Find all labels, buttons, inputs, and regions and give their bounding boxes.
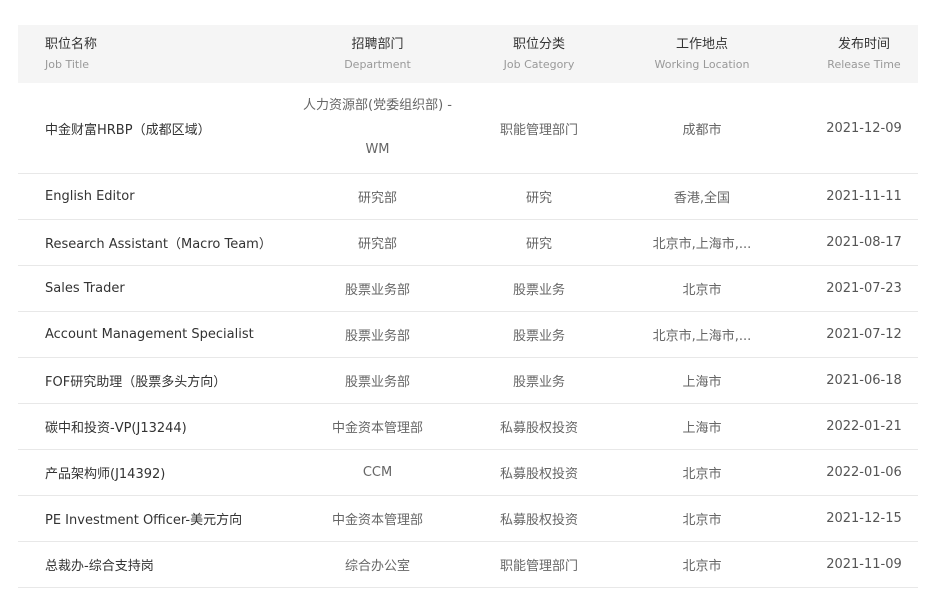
release-time: 2021-07-12 (826, 327, 902, 342)
job-title[interactable]: PE Investment Officer-美元方向 (18, 509, 271, 528)
working-location: 北京市 (682, 559, 722, 574)
table-row[interactable]: Research Assistant（Macro Team） 研究部 研究 北京… (18, 220, 918, 266)
header-label-zh: 职位分类 (512, 37, 565, 52)
release-time: 2021-11-09 (826, 557, 902, 572)
job-category: 研究 (525, 191, 552, 206)
header-label-en: Department (344, 58, 411, 71)
table-header: 职位名称 Job Title 招聘部门 Department 职位分类 Job … (18, 25, 918, 83)
department-line-1: 人力资源部(党委组织部) - (303, 98, 452, 113)
department-line-2: WM (365, 142, 390, 157)
release-time: 2022-01-21 (826, 419, 902, 434)
job-category: 股票业务 (512, 375, 565, 390)
table-row[interactable]: 中金财富HRBP（成都区域） 人力资源部(党委组织部) - WM 职能管理部门 … (18, 83, 918, 174)
table-row[interactable]: 碳中和投资-VP(J13244) 中金资本管理部 私募股权投资 上海市 2022… (18, 404, 918, 450)
working-location: 香港,全国 (673, 191, 731, 206)
working-location: 北京市,上海市,... (652, 237, 752, 252)
header-label-zh: 招聘部门 (351, 37, 404, 52)
header-job-title: 职位名称 Job Title (18, 36, 271, 72)
release-time: 2021-06-18 (826, 373, 902, 388)
job-category: 职能管理部门 (499, 559, 578, 574)
job-listing-table: 职位名称 Job Title 招聘部门 Department 职位分类 Job … (18, 25, 918, 588)
release-time: 2021-07-23 (826, 281, 902, 296)
table-row[interactable]: Sales Trader 股票业务部 股票业务 北京市 2021-07-23 (18, 266, 918, 312)
department: 股票业务部 (344, 375, 410, 390)
header-release-time: 发布时间 Release Time (810, 36, 918, 72)
job-category: 私募股权投资 (499, 513, 578, 528)
header-label-zh: 工作地点 (675, 37, 728, 52)
table-row[interactable]: Account Management Specialist 股票业务部 股票业务… (18, 312, 918, 358)
department: 股票业务部 (344, 283, 410, 298)
job-title[interactable]: 总裁办-综合支持岗 (18, 555, 271, 574)
header-label-en: Working Location (654, 58, 750, 71)
table-row[interactable]: 产品架构师(J14392) CCM 私募股权投资 北京市 2022-01-06 (18, 450, 918, 496)
job-title[interactable]: FOF研究助理（股票多头方向） (18, 371, 271, 390)
job-category: 私募股权投资 (499, 467, 578, 482)
job-category: 股票业务 (512, 283, 565, 298)
job-title[interactable]: Research Assistant（Macro Team） (18, 233, 272, 252)
department: 研究部 (357, 237, 397, 252)
job-title[interactable]: English Editor (18, 189, 271, 204)
working-location: 上海市 (682, 421, 722, 436)
department: 股票业务部 (344, 329, 410, 344)
header-label-en: Job Category (503, 58, 575, 71)
table-row[interactable]: FOF研究助理（股票多头方向） 股票业务部 股票业务 上海市 2021-06-1… (18, 358, 918, 404)
job-title[interactable]: Sales Trader (18, 281, 271, 296)
department: 中金资本管理部 (331, 513, 423, 528)
job-title[interactable]: Account Management Specialist (18, 327, 271, 342)
header-job-category: 职位分类 Job Category (484, 36, 594, 72)
header-label-en: Job Title (45, 58, 90, 71)
release-time: 2022-01-06 (826, 465, 902, 480)
working-location: 上海市 (682, 375, 722, 390)
department: 综合办公室 (344, 559, 410, 574)
department: 人力资源部(党委组织部) - WM (271, 98, 484, 158)
job-category: 职能管理部门 (499, 122, 578, 138)
department: 中金资本管理部 (331, 421, 423, 436)
release-time: 2021-08-17 (826, 235, 902, 250)
job-title[interactable]: 产品架构师(J14392) (18, 463, 271, 482)
working-location: 北京市 (682, 513, 722, 528)
table-row[interactable]: 总裁办-综合支持岗 综合办公室 职能管理部门 北京市 2021-11-09 (18, 542, 918, 588)
release-time: 2021-12-15 (826, 511, 902, 526)
job-title[interactable]: 碳中和投资-VP(J13244) (18, 417, 271, 436)
header-label-zh: 发布时间 (837, 37, 890, 52)
job-category: 研究 (525, 237, 552, 252)
job-title[interactable]: 中金财富HRBP（成都区域） (18, 119, 271, 138)
release-time: 2021-12-09 (826, 120, 902, 136)
working-location: 成都市 (682, 122, 722, 138)
header-label-zh: 职位名称 (45, 37, 98, 52)
job-category: 私募股权投资 (499, 421, 578, 436)
working-location: 北京市 (682, 467, 722, 482)
job-category: 股票业务 (512, 329, 565, 344)
department: 研究部 (357, 191, 397, 206)
header-working-location: 工作地点 Working Location (594, 36, 810, 72)
table-row[interactable]: English Editor 研究部 研究 香港,全国 2021-11-11 (18, 174, 918, 220)
working-location: 北京市 (682, 283, 722, 298)
release-time: 2021-11-11 (826, 189, 902, 204)
header-label-en: Release Time (827, 58, 901, 71)
department: CCM (362, 465, 393, 480)
header-department: 招聘部门 Department (271, 36, 484, 72)
table-row[interactable]: PE Investment Officer-美元方向 中金资本管理部 私募股权投… (18, 496, 918, 542)
working-location: 北京市,上海市,... (652, 329, 752, 344)
